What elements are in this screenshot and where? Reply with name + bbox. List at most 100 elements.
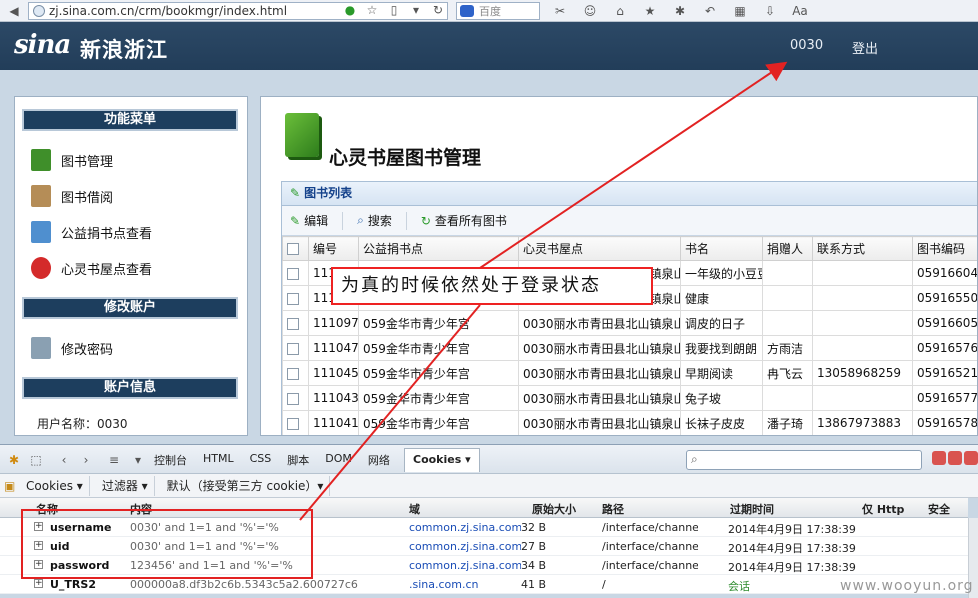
row-select-cell[interactable] bbox=[282, 410, 309, 435]
column-header[interactable]: 路径 bbox=[602, 501, 624, 517]
cookie-row[interactable]: + password 123456' and 1=1 and '%'='% commo… bbox=[0, 556, 968, 575]
row-select-cell[interactable] bbox=[282, 385, 309, 411]
sidebar-item-book-borrow[interactable]: 图书借阅 bbox=[31, 185, 113, 207]
table-cell: 111041 bbox=[308, 410, 359, 435]
home-icon[interactable]: ⌂ bbox=[612, 3, 628, 19]
column-header[interactable]: 内容 bbox=[130, 501, 152, 517]
row-checkbox[interactable] bbox=[287, 267, 299, 280]
table-row[interactable]: 111045 059金华市青少年宫 0030丽水市青田县北山镇泉山 早期阅读 冉飞云 13… bbox=[282, 360, 977, 386]
expand-icon[interactable]: + bbox=[34, 522, 43, 531]
row-select-cell[interactable] bbox=[282, 335, 309, 361]
row-checkbox[interactable] bbox=[287, 317, 299, 330]
column-header[interactable]: 心灵书屋点 bbox=[518, 236, 681, 261]
undo-icon[interactable]: ↶ bbox=[702, 3, 718, 19]
nav-back-icon[interactable]: ‹ bbox=[56, 452, 72, 468]
apps-icon[interactable]: ▦ bbox=[732, 3, 748, 19]
firebug-tabs: 控制台 HTML CSS 脚本 DOM 网络 bbox=[154, 452, 390, 468]
column-header[interactable]: 捐赠人 bbox=[762, 236, 813, 261]
logout-link[interactable]: 登出 bbox=[852, 38, 878, 57]
cookie-row[interactable]: + username 0030' and 1=1 and '%'='% common.… bbox=[0, 518, 968, 537]
row-select-cell[interactable] bbox=[282, 260, 309, 286]
nav-forward-icon[interactable]: › bbox=[78, 452, 94, 468]
row-checkbox[interactable] bbox=[287, 292, 299, 305]
menu-lines-icon[interactable]: ≡ bbox=[106, 452, 122, 468]
firebug-icon[interactable]: ✱ bbox=[672, 3, 688, 19]
close-icon[interactable] bbox=[964, 451, 978, 465]
firebug-bug-icon[interactable]: ✱ bbox=[6, 452, 22, 468]
text-size-icon[interactable]: Aa bbox=[792, 3, 808, 19]
tab-dom[interactable]: DOM bbox=[325, 452, 352, 468]
table-row[interactable]: 111041 059金华市青少年宫 0030丽水市青田县北山镇泉山 长袜子皮皮 潘子琦 1… bbox=[282, 410, 977, 435]
go-icon[interactable]: ● bbox=[342, 2, 358, 18]
row-checkbox[interactable] bbox=[287, 417, 299, 430]
tab-css[interactable]: CSS bbox=[250, 452, 272, 468]
cookie-row[interactable]: + U_TRS2 000000a8.df3b2c6b.5343c5a2.600727… bbox=[0, 575, 968, 594]
table-cell bbox=[762, 285, 813, 311]
screenshot-icon[interactable]: ✂ bbox=[552, 3, 568, 19]
table-cell bbox=[762, 310, 813, 336]
column-header[interactable]: 原始大小 bbox=[532, 501, 576, 517]
third-party-menu-button[interactable]: 默认（接受第三方 cookie）▾ bbox=[161, 475, 331, 496]
table-row[interactable]: 111043 059金华市青少年宫 0030丽水市青田县北山镇泉山 兔子坡 059165… bbox=[282, 385, 977, 411]
expand-icon[interactable]: + bbox=[34, 541, 43, 550]
star-icon[interactable]: ☆ bbox=[364, 2, 380, 18]
dropdown-icon[interactable]: ▾ bbox=[408, 2, 424, 18]
menu-dropdown-icon[interactable]: ▾ bbox=[130, 452, 146, 468]
select-all-cell[interactable] bbox=[282, 236, 309, 261]
column-header[interactable]: 联系方式 bbox=[812, 236, 913, 261]
sidebar-item-book-management[interactable]: 图书管理 bbox=[31, 149, 113, 171]
addon-icon[interactable]: ☺ bbox=[582, 3, 598, 19]
column-header[interactable]: 安全 bbox=[928, 501, 950, 517]
column-header[interactable]: 域 bbox=[409, 501, 420, 517]
reload-icon[interactable]: ↻ bbox=[430, 2, 446, 18]
tab-net[interactable]: 网络 bbox=[368, 452, 390, 468]
firebug-search-input[interactable]: ⌕ bbox=[686, 450, 922, 470]
minimize-icon[interactable] bbox=[932, 451, 946, 465]
row-checkbox[interactable] bbox=[287, 367, 299, 380]
tab-cookies[interactable]: Cookies ▾ bbox=[404, 448, 480, 472]
tab-console[interactable]: 控制台 bbox=[154, 452, 187, 468]
column-header[interactable]: 图书编码 bbox=[912, 236, 977, 261]
filter-menu-button[interactable]: 过滤器 ▾ bbox=[96, 475, 155, 496]
edit-button[interactable]: ✎ 编辑 bbox=[290, 212, 328, 229]
main-panel: 心灵书屋图书管理 ✎ 图书列表 ✎ 编辑 ⌕ 搜索 ↻ 查看所有图书 编号 公益… bbox=[260, 96, 978, 436]
cookie-row[interactable]: + uid 0030' and 1=1 and '%'='% common.zj.si… bbox=[0, 537, 968, 556]
sidebar-item-donation-points[interactable]: 公益捐书点查看 bbox=[31, 221, 152, 243]
browser-back-icon[interactable]: ◀ bbox=[6, 3, 22, 19]
table-row[interactable]: 111047 059金华市青少年宫 0030丽水市青田县北山镇泉山 我要找到朗朗 方雨洁… bbox=[282, 335, 977, 361]
search-placeholder: 百度 bbox=[479, 5, 501, 18]
sidebar-item-change-password[interactable]: 修改密码 bbox=[31, 337, 113, 359]
column-header[interactable]: 过期时间 bbox=[730, 501, 774, 517]
column-header[interactable]: 书名 bbox=[680, 236, 763, 261]
cookies-header-row: 名称 内容 域 原始大小 路径 过期时间 仅 Http 安全 bbox=[0, 498, 968, 518]
row-checkbox[interactable] bbox=[287, 392, 299, 405]
expand-icon[interactable]: + bbox=[34, 560, 43, 569]
sidebar-item-bookhouse-points[interactable]: 心灵书屋点查看 bbox=[31, 257, 152, 279]
view-all-button[interactable]: ↻ 查看所有图书 bbox=[421, 212, 507, 229]
column-header[interactable]: 公益捐书点 bbox=[358, 236, 519, 261]
row-select-cell[interactable] bbox=[282, 310, 309, 336]
tab-html[interactable]: HTML bbox=[203, 452, 234, 468]
table-cell: 111043 bbox=[308, 385, 359, 411]
column-header[interactable]: 名称 bbox=[36, 501, 58, 517]
detach-icon[interactable] bbox=[948, 451, 962, 465]
table-row[interactable]: 111097 059金华市青少年宫 0030丽水市青田县北山镇泉山 调皮的日子 0591… bbox=[282, 310, 977, 336]
search-input[interactable]: 百度 bbox=[456, 2, 540, 20]
download-icon[interactable]: ⇩ bbox=[762, 3, 778, 19]
column-header[interactable]: 仅 Http bbox=[862, 501, 904, 517]
baidu-icon bbox=[460, 5, 474, 17]
cookies-menu-button[interactable]: Cookies ▾ bbox=[20, 475, 90, 496]
row-checkbox[interactable] bbox=[287, 342, 299, 355]
tab-script[interactable]: 脚本 bbox=[287, 452, 309, 468]
row-select-cell[interactable] bbox=[282, 285, 309, 311]
inspect-icon[interactable]: ⬚ bbox=[28, 452, 44, 468]
row-select-cell[interactable] bbox=[282, 360, 309, 386]
select-all-checkbox[interactable] bbox=[287, 243, 299, 255]
expand-icon[interactable]: + bbox=[34, 579, 43, 588]
phone-icon[interactable]: ▯ bbox=[386, 2, 402, 18]
column-header[interactable]: 编号 bbox=[308, 236, 359, 261]
bookmark-icon[interactable]: ★ bbox=[642, 3, 658, 19]
browser-right-tools: ✂ ☺ ⌂ ★ ✱ ↶ ▦ ⇩ Aa bbox=[552, 3, 808, 19]
search-button[interactable]: ⌕ 搜索 bbox=[357, 212, 392, 229]
table-cell: 健康 bbox=[680, 285, 763, 311]
